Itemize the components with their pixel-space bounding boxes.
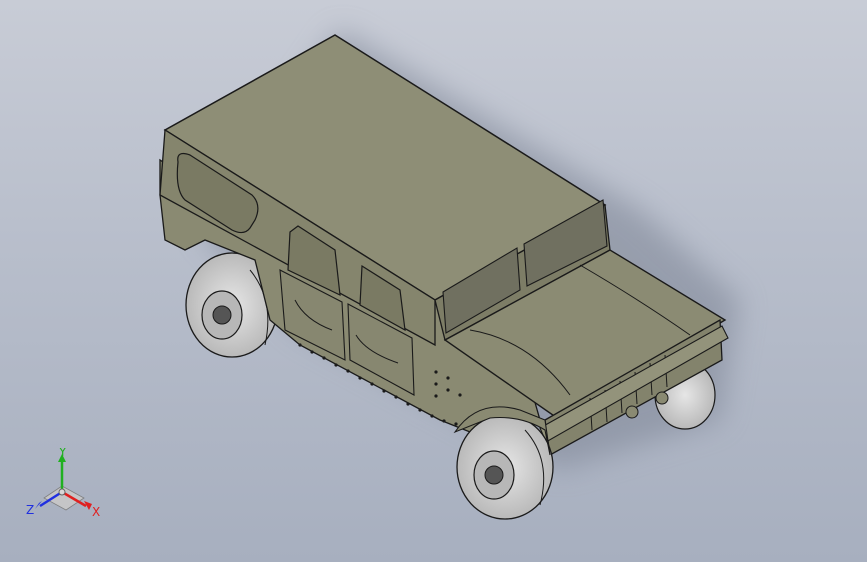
front-left-wheel[interactable] [456, 414, 554, 520]
humvee-model[interactable] [0, 0, 867, 562]
headlight-right [655, 391, 669, 405]
x-axis-label: X [92, 505, 100, 519]
y-axis-label: Y [58, 448, 67, 459]
graphics-viewport[interactable]: Y X Z [0, 0, 867, 562]
headlight-left [625, 405, 639, 419]
triad-origin [58, 488, 66, 496]
axis-triad: Y X Z [26, 448, 100, 519]
z-axis-label: Z [26, 503, 34, 517]
